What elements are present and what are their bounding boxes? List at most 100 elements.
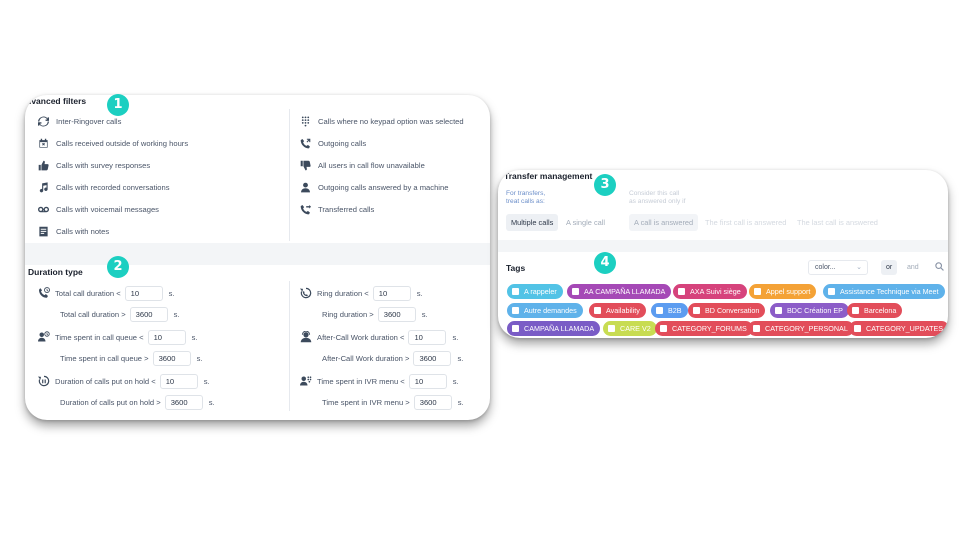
filter-transferred[interactable]: Transferred calls <box>299 202 374 216</box>
call-queue-max-input[interactable]: 3600 <box>152 350 191 366</box>
unit-label: s. <box>416 288 423 298</box>
duration-row: After-Call Work duration > 3600 s. <box>322 350 463 366</box>
multiple-calls-option[interactable]: Multiple calls <box>506 214 559 231</box>
filter-label: Calls with notes <box>56 226 110 236</box>
filter-answered-by-machine[interactable]: Outgoing calls answered by a machine <box>299 180 448 194</box>
after-call-icon <box>299 331 312 344</box>
tag-chip[interactable]: Barcelona <box>847 303 903 318</box>
section-separator <box>25 243 490 265</box>
filter-notes[interactable]: Calls with notes <box>37 224 109 238</box>
filter-survey-responses[interactable]: Calls with survey responses <box>37 158 150 172</box>
first-call-answered-option[interactable]: The first call is answered <box>700 214 791 231</box>
tag-checkbox <box>852 307 859 314</box>
tag-checkbox <box>775 307 782 314</box>
duration-row: Time spent in call queue < 10 s. <box>37 329 198 345</box>
unit-label: s. <box>457 397 464 407</box>
transfer-and-tags-card: Transfer management For transfers, treat… <box>498 170 948 338</box>
single-call-option[interactable]: A single call <box>561 214 610 231</box>
tags-title: Tags <box>506 263 526 273</box>
duration-row: Ring duration < 10 s. <box>299 285 423 301</box>
on-hold-max-input[interactable]: 3600 <box>164 394 203 410</box>
tag-checkbox <box>512 307 519 314</box>
phone-clock-icon <box>37 287 50 300</box>
call-answered-option[interactable]: A call is answered <box>629 214 699 231</box>
search-icon[interactable] <box>935 262 945 272</box>
duration-row: Duration of calls put on hold < 10 s. <box>37 373 210 389</box>
transfer-call-icon <box>299 203 311 215</box>
keypad-icon <box>299 115 311 127</box>
color-select[interactable]: color... ⌄ <box>808 260 868 275</box>
ring-duration-min-input[interactable]: 10 <box>372 285 411 301</box>
filter-label: Inter-Ringover calls <box>56 116 122 126</box>
duration-label: Ring duration > <box>322 309 374 319</box>
logic-and-toggle[interactable]: and <box>902 260 924 275</box>
tag-chip[interactable]: Autre demandes <box>507 303 583 318</box>
ring-duration-max-input[interactable]: 3600 <box>377 306 416 322</box>
step-badge-4: 4 <box>594 252 616 274</box>
color-select-value: color... <box>815 264 836 271</box>
tag-chip[interactable]: Appel support <box>749 284 817 299</box>
tag-chip[interactable]: BD Conversation <box>688 303 766 318</box>
tag-chip[interactable]: AXA Suivi siège <box>673 284 747 299</box>
after-call-work-max-input[interactable]: 3600 <box>413 350 452 366</box>
filter-label: Transferred calls <box>318 204 375 214</box>
tag-chip[interactable]: Availability <box>589 303 646 318</box>
filter-voicemail[interactable]: Calls with voicemail messages <box>37 202 159 216</box>
tag-chip[interactable]: Assistance Technique via Meet <box>823 284 945 299</box>
tag-checkbox <box>656 307 663 314</box>
duration-label: Duration of calls put on hold < <box>55 376 156 386</box>
duration-label: Time spent in call queue > <box>60 353 149 363</box>
hold-icon <box>37 375 50 388</box>
tag-chip[interactable]: AA CAMPAÑA LLAMADA <box>567 284 672 299</box>
unit-label: s. <box>421 309 428 319</box>
ivr-menu-max-input[interactable]: 3600 <box>413 394 452 410</box>
tag-chip[interactable]: CATEGORY_UPDATES <box>849 321 948 336</box>
filter-recorded-conversations[interactable]: Calls with recorded conversations <box>37 180 170 194</box>
tag-chip[interactable]: CATEGORY_FORUMS <box>655 321 753 336</box>
duration-label: Ring duration < <box>317 288 369 298</box>
last-call-answered-option[interactable]: The last call is answered <box>792 214 883 231</box>
total-call-duration-min-input[interactable]: 10 <box>124 285 163 301</box>
duration-row: Ring duration > 3600 s. <box>322 306 428 322</box>
filter-label: Calls with recorded conversations <box>56 182 170 192</box>
ivr-menu-min-input[interactable]: 10 <box>408 373 447 389</box>
tag-chip[interactable]: B2B <box>651 303 688 318</box>
tag-checkbox <box>753 325 760 332</box>
tag-checkbox <box>594 307 601 314</box>
duration-label: Duration of calls put on hold > <box>60 397 161 407</box>
filter-users-unavailable[interactable]: All users in call flow unavailable <box>299 158 425 172</box>
tag-checkbox <box>693 307 700 314</box>
on-hold-min-input[interactable]: 10 <box>159 373 198 389</box>
duration-row: Time spent in IVR menu < 10 s. <box>299 373 459 389</box>
tag-chip[interactable]: BDC Création EP <box>770 303 849 318</box>
queue-icon <box>37 331 50 344</box>
tag-chip[interactable]: CARE V2 <box>603 321 657 336</box>
tag-chip[interactable]: CATEGORY_PERSONAL <box>748 321 854 336</box>
tag-checkbox <box>512 288 519 295</box>
duration-label: Time spent in IVR menu > <box>322 397 410 407</box>
filter-outside-hours[interactable]: Calls received outside of working hours <box>37 136 188 150</box>
duration-label: Total call duration < <box>55 288 121 298</box>
tag-chip[interactable]: CAMPAÑA LLAMADA <box>507 321 601 336</box>
duration-row: Total call duration > 3600 s. <box>60 306 180 322</box>
unit-label: s. <box>168 288 175 298</box>
unit-label: s. <box>196 353 203 363</box>
duration-label: After-Call Work duration < <box>317 332 405 342</box>
tag-chip[interactable]: A rappeler <box>507 284 563 299</box>
step-badge-3: 3 <box>594 174 616 196</box>
call-queue-min-input[interactable]: 10 <box>147 329 186 345</box>
unit-label: s. <box>173 309 180 319</box>
unit-label: s. <box>452 332 459 342</box>
advanced-filters-card: Advanced filters Inter-Ringover calls Ca… <box>25 95 490 420</box>
filter-inter-ringover[interactable]: Inter-Ringover calls <box>37 114 121 128</box>
logic-or-toggle[interactable]: or <box>881 260 898 275</box>
unit-label: s. <box>191 332 198 342</box>
total-call-duration-max-input[interactable]: 3600 <box>129 306 168 322</box>
sync-icon <box>37 115 49 127</box>
filter-no-keypad[interactable]: Calls where no keypad option was selecte… <box>299 114 464 128</box>
tag-checkbox <box>572 288 579 295</box>
after-call-work-min-input[interactable]: 10 <box>408 329 447 345</box>
filter-outgoing[interactable]: Outgoing calls <box>299 136 366 150</box>
section-separator <box>498 240 948 252</box>
calendar-x-icon <box>37 137 49 149</box>
